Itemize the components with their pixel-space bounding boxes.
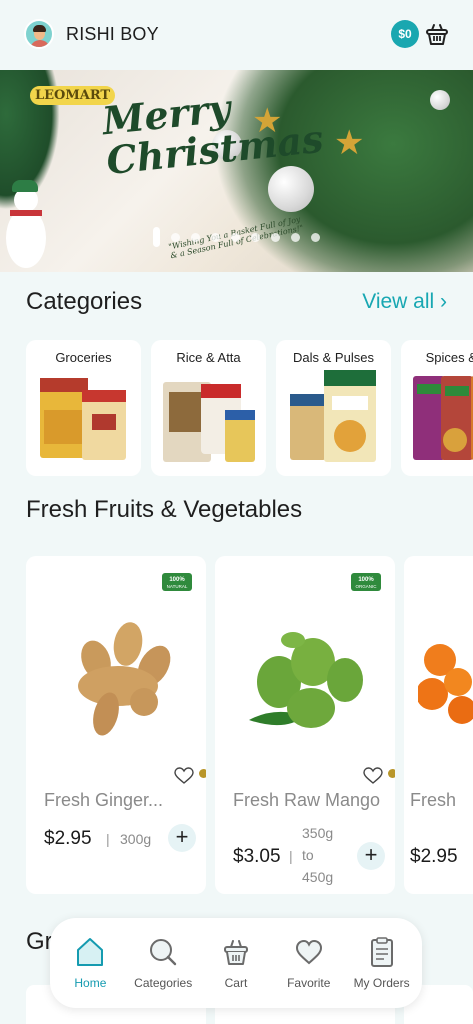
promo-banner-carousel[interactable]: ★ ★ LEOMART Merry Christmas "Wishing You…	[0, 70, 473, 272]
category-label: Spices & M	[425, 350, 473, 365]
organic-badge-icon: 100% ORGANIC	[351, 573, 381, 591]
nav-favorite[interactable]: Favorite	[273, 936, 345, 990]
product-price: $2.95	[44, 828, 92, 849]
svg-text:NATURAL: NATURAL	[167, 584, 188, 589]
dals-pulses-product-image	[290, 370, 376, 462]
nav-my-orders-label: My Orders	[353, 976, 410, 990]
carousel-indicator[interactable]	[0, 227, 473, 247]
carousel-dot[interactable]	[191, 233, 200, 242]
nav-cart-label: Cart	[224, 976, 248, 990]
bottom-navigation: Home Categories Cart Favorite My Orders	[50, 918, 422, 1008]
nav-categories[interactable]: Categories	[127, 936, 199, 990]
product-name: Fresh	[410, 790, 457, 810]
basket-icon[interactable]	[423, 20, 451, 48]
product-weight: 350g to 450g	[302, 825, 334, 885]
nav-cart[interactable]: Cart	[200, 936, 272, 990]
fresh-section-heading: Fresh Fruits & Vegetables	[26, 496, 303, 523]
app-header: RISHI BOY $0	[0, 0, 473, 68]
carousel-dot[interactable]	[211, 233, 220, 242]
snowman-illustration	[4, 180, 48, 270]
favorite-heart-icon[interactable]	[174, 766, 194, 786]
carousel-dot[interactable]	[231, 233, 240, 242]
search-icon	[150, 939, 177, 966]
natural-badge-icon: 100% NATURAL	[162, 573, 192, 591]
product-price: $3.05	[233, 846, 281, 867]
orange-image	[418, 644, 473, 724]
heart-icon	[295, 939, 322, 965]
svg-text:100%: 100%	[169, 577, 185, 583]
nav-favorite-label: Favorite	[287, 976, 331, 990]
product-price: $2.95	[410, 846, 458, 867]
carousel-dot[interactable]	[291, 233, 300, 242]
favorite-heart-icon[interactable]	[363, 766, 383, 786]
svg-text:ORGANIC: ORGANIC	[355, 584, 377, 589]
category-label: Dals & Pulses	[293, 350, 374, 365]
price-weight-separator: |	[106, 831, 110, 847]
category-card-groceries[interactable]: Groceries	[26, 340, 141, 476]
add-to-cart-button[interactable]: +	[168, 824, 196, 852]
add-to-cart-button[interactable]: +	[357, 842, 385, 870]
wallet-balance-badge[interactable]: $0	[391, 20, 419, 48]
categories-heading: Categories	[26, 288, 143, 315]
product-name: Fresh Ginger...	[44, 790, 164, 810]
category-label: Rice & Atta	[176, 350, 241, 365]
category-card-dals-pulses[interactable]: Dals & Pulses	[276, 340, 391, 476]
nav-my-orders[interactable]: My Orders	[346, 936, 418, 990]
fresh-products-list: 100% NATURAL Fresh Ginger... $2.95 | 300…	[26, 556, 473, 894]
view-all-link[interactable]: View all ›	[362, 290, 447, 314]
next-section-heading: Gr	[26, 928, 53, 955]
cart-basket-icon	[223, 940, 248, 965]
category-card-rice-atta[interactable]: Rice & Atta	[151, 340, 266, 476]
categories-list: Groceries Rice & Atta Dals & Pulses Spic…	[26, 340, 473, 476]
user-avatar[interactable]	[24, 19, 54, 49]
star-ornament-icon: ★	[334, 124, 365, 162]
user-name: RISHI BOY	[66, 23, 159, 44]
carousel-dot[interactable]	[251, 233, 260, 242]
svg-text:100%: 100%	[358, 577, 374, 583]
home-icon	[77, 938, 104, 966]
spices-product-image	[413, 376, 473, 460]
product-card-partial[interactable]: Fresh $2.95	[404, 556, 473, 894]
product-weight: 300g	[120, 831, 152, 847]
product-card-ginger[interactable]: 100% NATURAL Fresh Ginger... $2.95 | 300…	[26, 556, 206, 894]
product-name: Fresh Raw Mango	[233, 790, 381, 810]
product-card-raw-mango[interactable]: 100% ORGANIC Fresh Raw Mango $3.05 | 350…	[215, 556, 395, 894]
nav-home-label: Home	[74, 976, 107, 990]
rice-atta-product-image	[163, 382, 255, 462]
ginger-image	[78, 622, 171, 736]
nav-home[interactable]: Home	[54, 936, 126, 990]
groceries-product-image	[40, 378, 126, 460]
category-card-spices[interactable]: Spices & M	[401, 340, 473, 476]
carousel-dot[interactable]	[311, 233, 320, 242]
price-weight-separator: |	[289, 848, 293, 864]
raw-mango-image	[249, 632, 363, 728]
category-label: Groceries	[55, 350, 112, 365]
orders-clipboard-icon	[370, 937, 393, 967]
carousel-dot-active[interactable]	[153, 227, 160, 247]
carousel-dot[interactable]	[171, 233, 180, 242]
nav-categories-label: Categories	[134, 976, 193, 990]
reward-coin-icon	[388, 769, 395, 778]
carousel-dot[interactable]	[271, 233, 280, 242]
reward-coin-icon	[199, 769, 206, 778]
